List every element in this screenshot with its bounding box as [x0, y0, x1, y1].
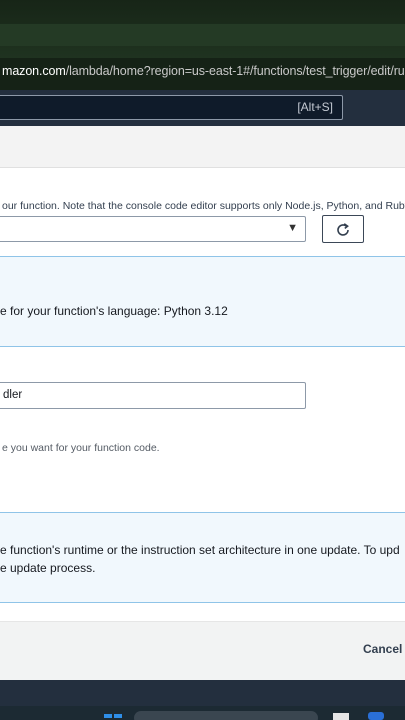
- console-search-input[interactable]: [Alt+S]: [0, 95, 343, 120]
- browser-titlebar: [0, 0, 405, 58]
- handler-hint: e you want for your function code.: [2, 442, 160, 454]
- os-taskbar: [0, 706, 405, 720]
- handler-input[interactable]: dler: [0, 382, 306, 409]
- url-path: /lambda/home?region=us-east-1#/functions…: [65, 64, 405, 78]
- refresh-runtimes-button[interactable]: [322, 215, 364, 243]
- aws-console-header: [Alt+S]: [0, 90, 405, 126]
- update-info-line-1: e function's runtime or the instruction …: [0, 543, 400, 557]
- edit-runtime-settings-panel: our function. Note that the console code…: [0, 126, 405, 680]
- taskbar-app-icon[interactable]: [368, 712, 384, 720]
- windows-start-icon[interactable]: [104, 714, 122, 720]
- runtime-description: our function. Note that the console code…: [2, 200, 405, 212]
- update-info-alert: e function's runtime or the instruction …: [0, 512, 405, 603]
- refresh-icon: [337, 223, 349, 236]
- taskbar-search-box[interactable]: [134, 711, 318, 720]
- browser-address-bar[interactable]: mazon.com/lambda/home?region=us-east-1#/…: [0, 58, 405, 90]
- taskbar-app-icon[interactable]: [333, 713, 349, 720]
- handler-input-value: dler: [3, 389, 23, 401]
- url-text[interactable]: mazon.com/lambda/home?region=us-east-1#/…: [2, 64, 405, 78]
- url-host: mazon.com: [2, 64, 66, 78]
- update-info-text: e function's runtime or the instruction …: [0, 541, 400, 577]
- caret-down-icon: ▼: [287, 222, 298, 234]
- search-shortcut-hint: [Alt+S]: [297, 100, 333, 114]
- update-info-line-2: e update process.: [0, 561, 96, 575]
- runtime-info-alert: e for your function's language: Python 3…: [0, 256, 405, 347]
- panel-header-band: [0, 126, 405, 168]
- runtime-select[interactable]: ▼: [0, 216, 306, 242]
- runtime-info-text: e for your function's language: Python 3…: [0, 304, 228, 318]
- console-footer-bar: [0, 680, 405, 706]
- browser-tab-strip: [0, 24, 405, 46]
- form-footer: Cancel: [0, 621, 405, 680]
- cancel-button[interactable]: Cancel: [363, 642, 402, 656]
